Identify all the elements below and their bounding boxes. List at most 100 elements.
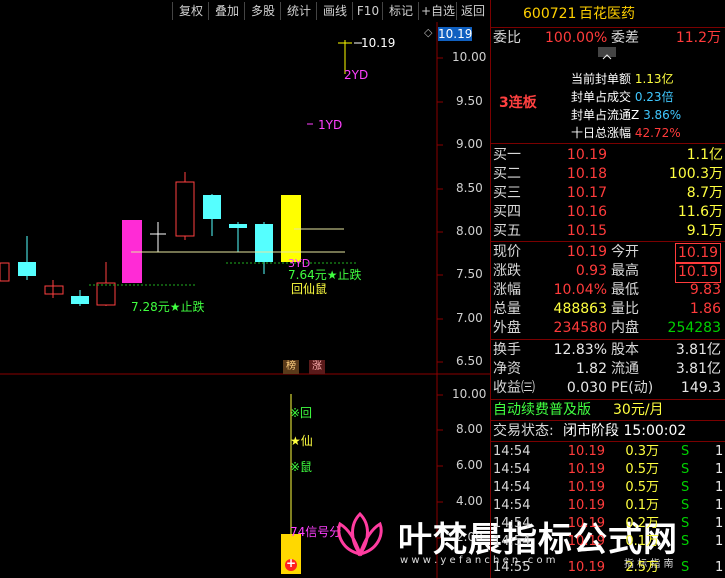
- signal-hui: ※回: [290, 406, 313, 420]
- candle: [175, 181, 195, 237]
- tick-price: 10.19: [567, 498, 605, 513]
- open-label: 今开: [611, 244, 639, 260]
- tick-row: 14:54 10.19 0.1万 S 1: [491, 497, 725, 515]
- seal-vs-volume-label: 封单占成交: [571, 90, 632, 104]
- sub-tick: 8.00: [456, 422, 483, 436]
- bid-row[interactable]: 买一 10.19 1.1亿: [491, 146, 725, 165]
- tick-row: 14:54 10.19 0.3万 S 1: [491, 443, 725, 461]
- pe-label: PE(动): [611, 380, 654, 396]
- volume-value: 488863: [553, 301, 607, 317]
- tick-price: 10.19: [567, 560, 605, 575]
- bid-label: 买二: [493, 166, 521, 182]
- share-capital-value: 3.81亿: [675, 342, 721, 358]
- tick-count: 1: [715, 516, 724, 531]
- bid-volume: 100.3万: [668, 166, 723, 182]
- last-price-value: 10.19: [566, 244, 607, 260]
- quote-row: 外盘 234580 内盘 254283: [491, 319, 725, 338]
- tick-row: 14:54 10.19 0.2万 S 1: [491, 515, 725, 533]
- promo-bar[interactable]: 自动续费普及版 30元/月: [491, 401, 725, 420]
- signal-shu: ※鼠: [290, 460, 313, 474]
- tick-price: 10.19: [567, 444, 605, 459]
- price-tick: 8.50: [456, 181, 483, 195]
- float-shares-label: 流通: [611, 361, 639, 377]
- bid-volume: 9.1万: [686, 223, 723, 239]
- lotus-logo-icon: [332, 510, 388, 562]
- seal-vs-float-label: 封单占流通Z: [571, 108, 640, 122]
- collapse-toggle[interactable]: [598, 47, 616, 60]
- low-label: 最低: [611, 282, 639, 298]
- candle: [203, 195, 221, 219]
- tick-time: 14:55: [493, 560, 531, 575]
- plus-icon[interactable]: +: [286, 556, 296, 570]
- ten-day-gain-value: 42.72%: [634, 126, 681, 140]
- seal-info: 当前封单额 1.13亿 封单占成交 0.23倍 封单占流通Z 3.86% 十日总…: [571, 70, 721, 142]
- high-price-label: 10.19: [361, 36, 396, 50]
- bid-row[interactable]: 买四 10.16 11.6万: [491, 203, 725, 222]
- bid-volume: 11.6万: [677, 204, 723, 220]
- sub-tick: 6.00: [456, 458, 483, 472]
- bid-label: 买一: [493, 147, 521, 163]
- tick-count: 1: [715, 560, 724, 575]
- tick-side: S: [681, 498, 690, 513]
- float-shares-value: 3.81亿: [675, 361, 721, 377]
- eps-value: 0.030: [566, 380, 607, 396]
- diamond-icon[interactable]: ◇: [424, 26, 432, 39]
- weicha-value: 11.2万: [675, 30, 721, 46]
- badge-zhang[interactable]: 涨: [309, 360, 325, 374]
- kline-chart[interactable]: [0, 0, 490, 578]
- seal-amount-value: 1.13亿: [634, 72, 674, 86]
- stop-label-1: 7.28元★止跌: [131, 300, 205, 314]
- inner-volume-value: 254283: [667, 320, 721, 336]
- quote-panel: 600721 百花医药 委比 100.00% 委差 11.2万 3连板 当前封单…: [490, 0, 725, 578]
- badge-bang[interactable]: 榜: [283, 360, 299, 374]
- candle: [229, 224, 247, 228]
- trade-status: 交易状态: 闭市阶段 15:00:02: [491, 422, 725, 441]
- price-tick: 7.00: [456, 311, 483, 325]
- fin-row: 收益㈢ 0.030 PE(动) 149.3: [491, 379, 725, 398]
- turnover-value: 12.83%: [553, 342, 607, 358]
- outer-volume-value: 234580: [553, 320, 607, 336]
- price-tick: 7.50: [456, 267, 483, 281]
- share-capital-label: 股本: [611, 342, 639, 358]
- bid-label: 买五: [493, 223, 521, 239]
- tick-volume: 0.1万: [625, 498, 659, 513]
- weibi-label: 委比: [493, 30, 521, 46]
- tick-price: 10.19: [567, 480, 605, 495]
- pe-value: 149.3: [680, 380, 721, 396]
- open-value: 10.19: [675, 243, 721, 264]
- trade-status-label: 交易状态:: [493, 423, 554, 439]
- price-tick: 9.00: [456, 137, 483, 151]
- bid-price: 10.17: [566, 185, 607, 201]
- quote-row: 涨幅 10.04% 最低 9.83: [491, 281, 725, 300]
- turnover-label: 换手: [493, 342, 521, 358]
- tick-price: 10.19: [567, 516, 605, 531]
- pct-change-label: 涨幅: [493, 282, 521, 298]
- promo-price: 30元/月: [613, 402, 664, 418]
- bid-volume: 8.7万: [686, 185, 723, 201]
- candle: [18, 262, 36, 276]
- promo-text: 自动续费普及版: [493, 402, 591, 418]
- price-tick: 9.50: [456, 94, 483, 108]
- tick-side: S: [681, 516, 690, 531]
- bid-row[interactable]: 买三 10.17 8.7万: [491, 184, 725, 203]
- stock-code: 600721: [523, 6, 577, 22]
- price-tick: 8.00: [456, 224, 483, 238]
- weibi-value: 100.00%: [545, 30, 608, 46]
- tick-volume: 0.2万: [625, 516, 659, 531]
- tick-time: 14:54: [493, 534, 531, 549]
- price-tick: 10.00: [452, 50, 487, 64]
- last-price-label: 现价: [493, 244, 521, 260]
- quote-row: 总量 488863 量比 1.86: [491, 300, 725, 319]
- candle: [44, 285, 64, 295]
- bid-row[interactable]: 买五 10.15 9.1万: [491, 222, 725, 241]
- eps-label: 收益㈢: [493, 380, 535, 396]
- label-2yd: 2YD: [344, 68, 369, 82]
- net-asset-label: 净资: [493, 361, 521, 377]
- weicha-label: 委差: [611, 30, 639, 46]
- tick-row: 14:54 10.19 0.1万 S 1: [491, 533, 725, 551]
- tick-count: 1: [715, 480, 724, 495]
- tick-price: 10.19: [567, 462, 605, 477]
- fin-row: 换手 12.83% 股本 3.81亿: [491, 341, 725, 360]
- bid-row[interactable]: 买二 10.18 100.3万: [491, 165, 725, 184]
- tick-side: S: [681, 480, 690, 495]
